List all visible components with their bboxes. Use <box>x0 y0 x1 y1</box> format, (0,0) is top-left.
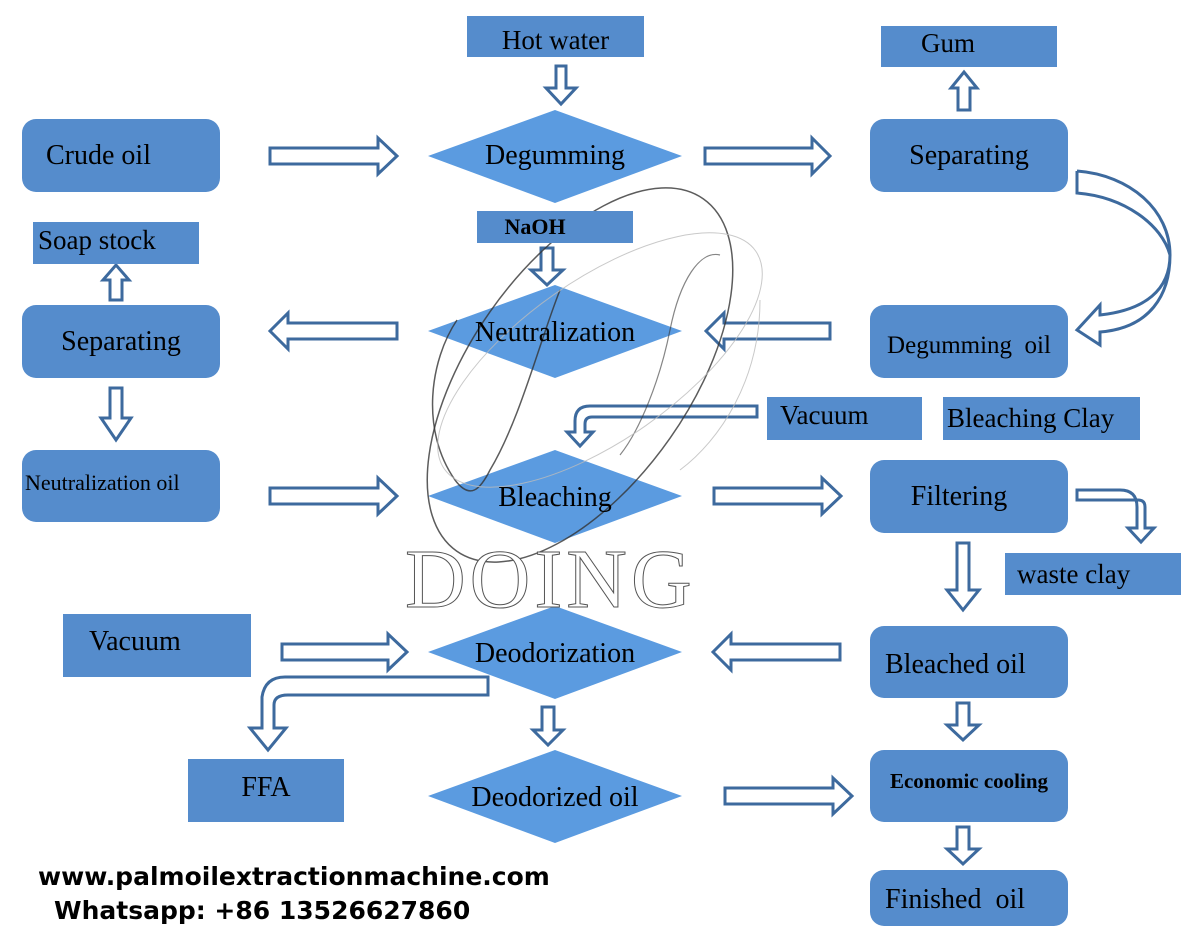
arrow-right-icon <box>712 474 844 518</box>
label-bleached-oil: Bleached oil <box>885 649 1026 680</box>
arrow-down-icon <box>943 825 983 867</box>
label-filtering: Filtering <box>910 480 1008 512</box>
label-hot-water: Hot water <box>501 25 610 55</box>
diamond-label-degumming: Degumming <box>485 140 625 171</box>
arrow-down-icon <box>529 705 567 748</box>
arrow-right-icon <box>268 134 400 178</box>
box-degumming-oil: Degumming oil <box>870 305 1068 378</box>
watermark-text: DOING <box>405 533 696 626</box>
diamond-label-deodorized-oil: Deodorized oil <box>471 782 639 813</box>
footer-whatsapp: Whatsapp: +86 13526627860 <box>54 896 471 925</box>
box-separating-1: Separating <box>870 119 1068 192</box>
arrow-up-icon <box>99 262 133 302</box>
box-filtering: Filtering <box>870 460 1068 533</box>
label-crude-oil: Crude oil <box>46 139 151 171</box>
output-waste-clay: waste clay <box>1005 553 1181 595</box>
box-economic-cooling: Economic cooling <box>870 750 1068 822</box>
bent-arrow-icon <box>1075 488 1158 545</box>
input-hot-water: Hot water <box>467 16 644 57</box>
output-ffa: FFA <box>188 759 344 822</box>
label-waste-clay: waste clay <box>1017 558 1131 589</box>
label-vacuum-bleaching: Vacuum <box>780 400 869 430</box>
output-gum: Gum <box>881 26 1057 67</box>
arrow-right-icon <box>703 134 833 178</box>
diamond-label-deodorization: Deodorization <box>474 638 636 669</box>
footer-website[interactable]: www.palmoilextractionmachine.com <box>38 862 550 891</box>
label-degumming-oil: Degumming oil <box>887 331 1051 359</box>
label-neutralization-oil: Neutralization oil <box>25 470 180 495</box>
diamond-label-bleaching: Bleaching <box>498 482 612 513</box>
label-separating-2: Separating <box>61 325 181 357</box>
input-vacuum-deodorization: Vacuum <box>63 614 251 677</box>
arrow-right-icon <box>280 630 410 674</box>
box-separating-2: Separating <box>22 305 220 378</box>
box-bleached-oil: Bleached oil <box>870 626 1068 698</box>
arrow-up-icon <box>947 69 981 112</box>
label-finished-oil: Finished oil <box>885 884 1026 915</box>
diamond-label-neutralization: Neutralization <box>474 317 636 348</box>
output-soap-stock: Soap stock <box>33 222 199 264</box>
box-crude-oil: Crude oil <box>22 119 220 192</box>
box-finished-oil: Finished oil <box>870 870 1068 926</box>
label-ffa: FFA <box>241 771 291 803</box>
arrow-down-icon <box>527 246 567 288</box>
arrow-down-icon <box>943 701 983 743</box>
curved-arrow-icon <box>1074 169 1172 348</box>
input-vacuum-bleaching: Vacuum <box>767 397 922 440</box>
label-gum: Gum <box>921 28 975 58</box>
refining-flowchart: DOING Degumming Neutralization Bleaching… <box>0 0 1200 934</box>
arrow-right-icon <box>268 474 400 518</box>
arrow-down-icon <box>542 64 580 107</box>
input-naoh: NaOH <box>477 211 633 243</box>
input-bleaching-clay: Bleaching Clay <box>943 397 1140 440</box>
bent-arrow-icon <box>246 675 490 753</box>
label-vacuum-deodorization: Vacuum <box>89 625 181 657</box>
arrow-right-icon <box>723 774 855 818</box>
arrow-down-icon <box>943 541 983 613</box>
label-bleaching-clay: Bleaching Clay <box>947 403 1115 433</box>
arrow-left-icon <box>267 309 399 353</box>
arrow-down-icon <box>98 386 134 443</box>
bent-arrow-icon <box>563 404 759 449</box>
arrow-left-icon <box>710 630 842 674</box>
label-soap-stock: Soap stock <box>38 224 156 255</box>
label-economic-cooling: Economic cooling <box>889 768 1049 793</box>
box-neutralization-oil: Neutralization oil <box>22 450 220 522</box>
label-separating-1: Separating <box>909 139 1029 171</box>
label-naoh: NaOH <box>504 214 566 239</box>
arrow-left-icon <box>703 309 832 353</box>
